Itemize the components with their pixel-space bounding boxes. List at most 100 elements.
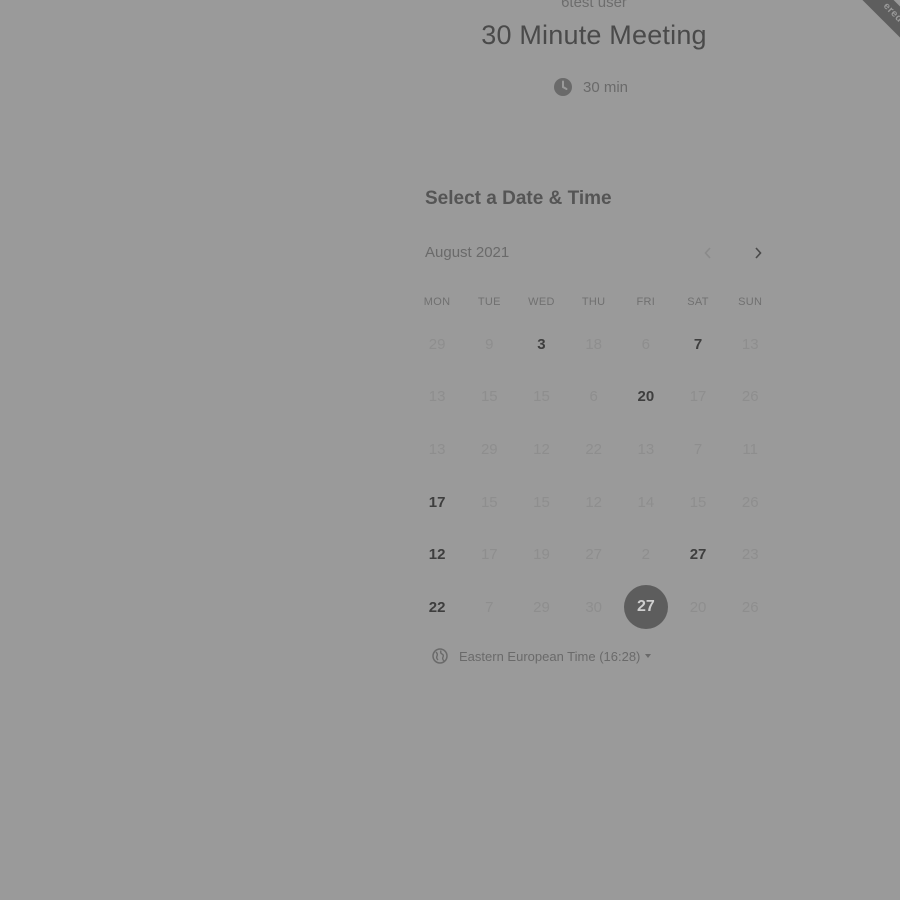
calendar-cell: 17 — [411, 476, 463, 529]
unavailable-day: 15 — [480, 493, 498, 511]
unavailable-day: 13 — [428, 388, 446, 406]
calendar-cell: 30 — [568, 581, 620, 634]
calendar-cell: 22 — [568, 423, 620, 476]
calendar-cell: 20 — [672, 581, 724, 634]
unavailable-day: 17 — [689, 388, 707, 406]
previous-month-button[interactable] — [697, 244, 719, 266]
unavailable-day: 7 — [693, 440, 703, 458]
calendar-cell: 18 — [568, 318, 620, 371]
unavailable-day: 15 — [533, 388, 550, 406]
available-day-button[interactable]: 12 — [415, 533, 459, 577]
calendar-cell: 13 — [724, 318, 776, 371]
calendar-cell: 12 — [568, 476, 620, 529]
calendar-cell: 26 — [724, 476, 776, 529]
unavailable-day: 15 — [480, 388, 498, 406]
timezone-label: Eastern European Time (16:28) — [459, 648, 641, 664]
unavailable-day: 29 — [480, 440, 498, 458]
unavailable-day: 6 — [641, 335, 651, 353]
calendar-cell: 6 — [620, 318, 672, 371]
unavailable-day: 17 — [480, 546, 498, 564]
unavailable-day: 23 — [741, 546, 759, 564]
calendar-cell: 15 — [463, 371, 515, 424]
calendar-cell: 27 — [620, 581, 672, 634]
calendar-cell: 13 — [411, 371, 463, 424]
unavailable-day: 13 — [637, 440, 655, 458]
calendar-cell: 12 — [411, 528, 463, 581]
clock-icon — [553, 77, 573, 97]
chevron-right-icon — [753, 246, 763, 265]
timezone-selector[interactable]: Eastern European Time (16:28) — [432, 648, 652, 664]
available-day-button[interactable]: 3 — [519, 322, 563, 366]
next-month-button[interactable] — [747, 244, 769, 266]
unavailable-day: 19 — [533, 546, 550, 564]
calendar-cell: 22 — [411, 581, 463, 634]
globe-icon — [432, 648, 448, 664]
unavailable-day: 13 — [741, 335, 759, 353]
unavailable-day: 30 — [585, 598, 602, 616]
calendar-cell: 27 — [568, 528, 620, 581]
calendar-cell: 13 — [620, 423, 672, 476]
unavailable-day: 7 — [485, 598, 494, 616]
selected-day-button[interactable]: 27 — [623, 585, 668, 630]
unavailable-day: 26 — [741, 493, 759, 511]
calendar-cell: 17 — [672, 371, 724, 424]
caret-down-icon — [645, 654, 652, 658]
calendar-cell: 15 — [515, 371, 567, 424]
unavailable-day: 18 — [585, 335, 602, 353]
unavailable-day: 15 — [689, 493, 707, 511]
unavailable-day: 26 — [741, 388, 759, 406]
calendar-cell: 3 — [515, 318, 567, 371]
unavailable-day: 12 — [533, 440, 550, 458]
host-name: 6test user — [561, 0, 627, 11]
duration-label: 30 min — [583, 78, 629, 96]
weekday-mon: MON — [423, 296, 451, 308]
available-day-button[interactable]: 7 — [676, 322, 720, 366]
calendar-cell: 29 — [411, 318, 463, 371]
calendar-grid: 29 9 3 18 6 7 13 13 15 15 6 20 17 26 13 29 12 22 13 7 11 17 15… — [411, 318, 776, 634]
calendar-cell: 29 — [515, 581, 567, 634]
available-day-button[interactable]: 17 — [415, 480, 459, 524]
unavailable-day: 26 — [741, 598, 759, 616]
weekday-wed: WED — [528, 296, 555, 308]
unavailable-day: 29 — [533, 598, 550, 616]
unavailable-day: 27 — [585, 546, 602, 564]
weekday-tue: TUE — [477, 296, 501, 308]
event-title: 30 Minute Meeting — [481, 20, 707, 50]
calendar-cell: 23 — [724, 528, 776, 581]
calendar-cell: 6 — [568, 371, 620, 424]
available-day-button[interactable]: 20 — [624, 375, 668, 419]
unavailable-day: 11 — [742, 440, 758, 458]
unavailable-day: 22 — [585, 440, 602, 458]
weekday-sun: SUN — [738, 296, 763, 308]
month-navigation: August 2021 — [425, 244, 770, 266]
unavailable-day: 6 — [589, 388, 598, 406]
corner-ribbon[interactable]: ered — [836, 0, 900, 52]
calendar-cell: 19 — [515, 528, 567, 581]
calendar-cell: 14 — [620, 476, 672, 529]
scheduling-page: ered 6test user 30 Minute Meeting 30 min… — [0, 0, 900, 900]
calendar-cell: 2 — [620, 528, 672, 581]
weekday-header: MON TUE WED THU FRI SAT SUN — [411, 296, 776, 308]
section-title: Select a Date & Time — [425, 188, 612, 209]
calendar-cell: 15 — [515, 476, 567, 529]
event-duration: 30 min — [553, 77, 628, 97]
calendar-cell: 7 — [672, 423, 724, 476]
calendar-cell: 26 — [724, 581, 776, 634]
unavailable-day: 15 — [533, 493, 550, 511]
calendar-cell: 29 — [463, 423, 515, 476]
calendar-cell: 15 — [672, 476, 724, 529]
unavailable-day: 14 — [637, 493, 655, 511]
calendar-cell: 13 — [411, 423, 463, 476]
calendar-cell: 20 — [620, 371, 672, 424]
unavailable-day: 29 — [428, 335, 446, 353]
month-label: August 2021 — [425, 244, 510, 261]
calendar-cell: 12 — [515, 423, 567, 476]
unavailable-day: 20 — [689, 598, 707, 616]
weekday-sat: SAT — [687, 296, 709, 308]
chevron-left-icon — [703, 246, 713, 265]
calendar-cell: 17 — [463, 528, 515, 581]
available-day-button[interactable]: 22 — [415, 585, 459, 629]
unavailable-day: 9 — [485, 335, 494, 353]
available-day-button[interactable]: 27 — [676, 533, 720, 577]
weekday-thu: THU — [581, 296, 606, 308]
